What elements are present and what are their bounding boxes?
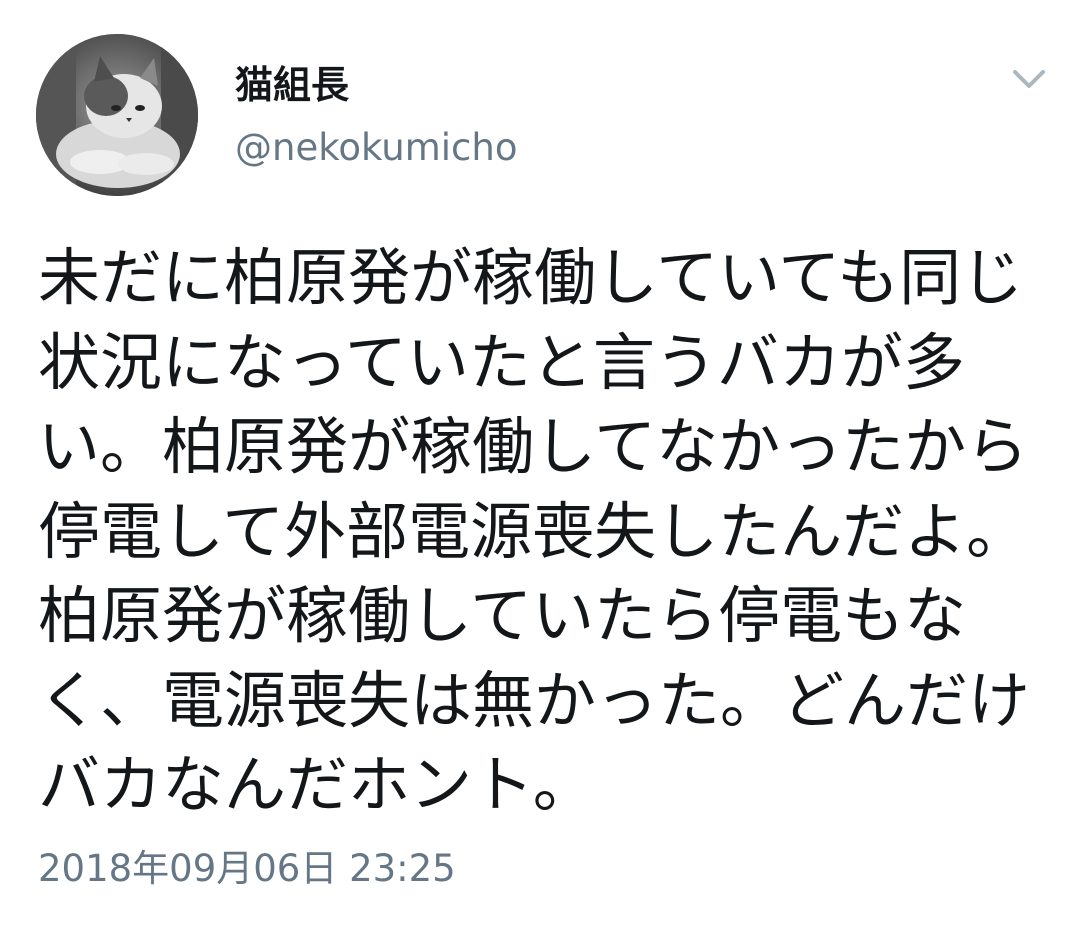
- avatar[interactable]: [36, 34, 198, 196]
- user-handle[interactable]: @nekokumicho: [235, 124, 517, 172]
- tweet-timestamp[interactable]: 2018年09月06日 23:25: [38, 844, 456, 894]
- tweet-card: 猫組長 @nekokumicho 未だに柏原発が稼働していても同じ状況になってい…: [0, 0, 1080, 930]
- tweet-text: 未だに柏原発が稼働していても同じ状況になっていたと言うバカが多い。柏原発が稼働し…: [38, 241, 1031, 821]
- chevron-down-icon[interactable]: [1005, 60, 1053, 100]
- display-name[interactable]: 猫組長: [235, 60, 349, 110]
- cat-photo-avatar-icon: [36, 34, 198, 196]
